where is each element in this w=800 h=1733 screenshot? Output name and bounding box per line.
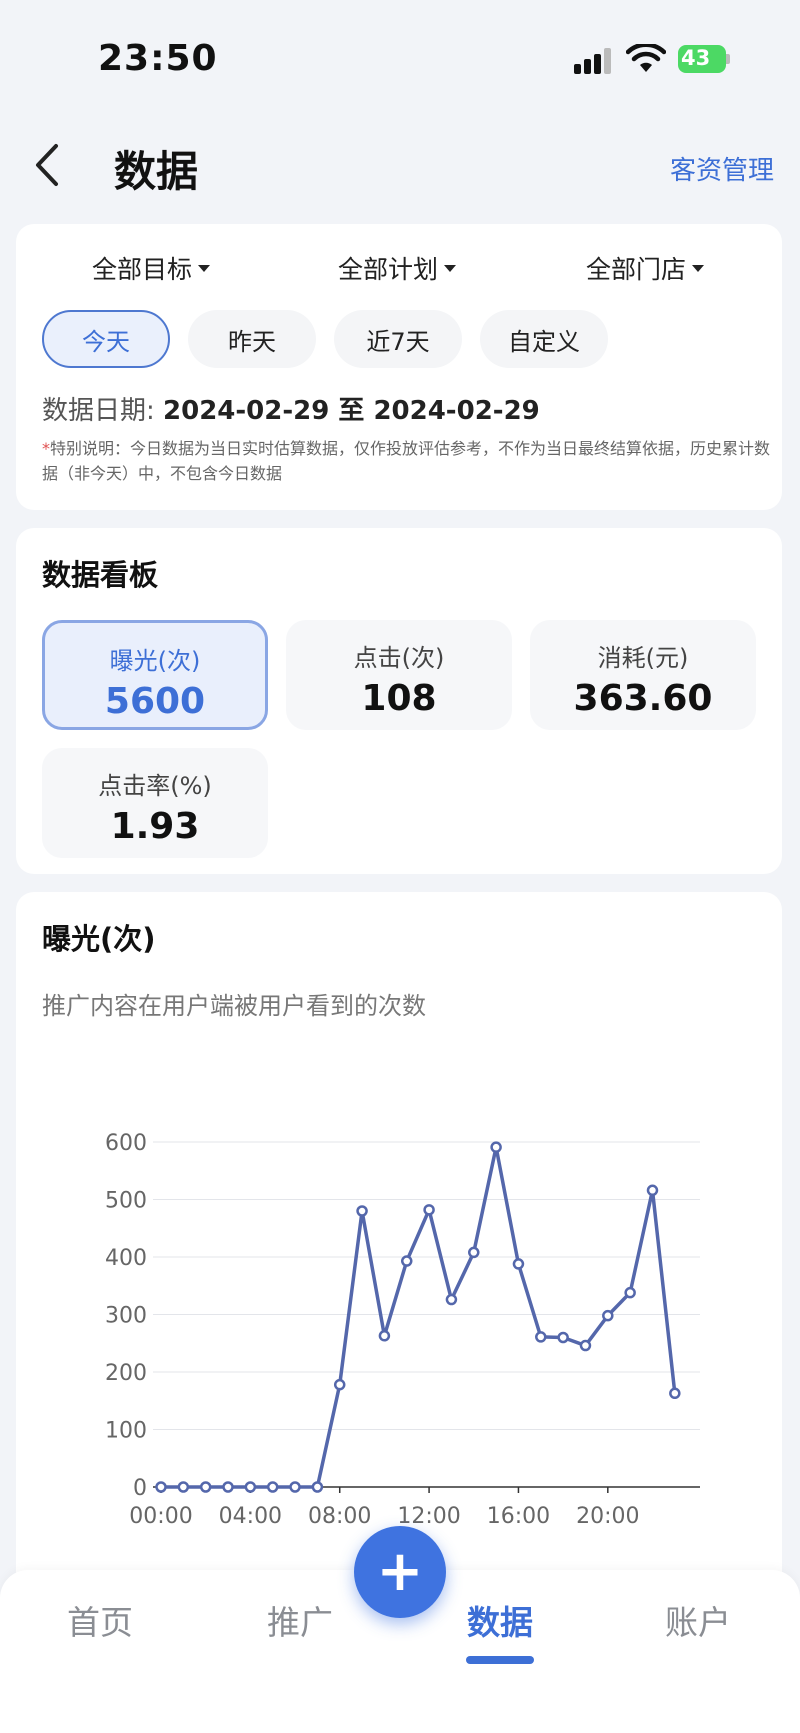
- status-bar: 23:50 43: [0, 0, 800, 110]
- battery-level: 43: [681, 46, 711, 70]
- data-point: [177, 1481, 190, 1493]
- data-point: [266, 1481, 279, 1493]
- data-point: [356, 1205, 368, 1217]
- cellular-signal-icon: [574, 48, 616, 74]
- board-title: 数据看板: [42, 558, 159, 592]
- metric-spend[interactable]: 消耗(元) 363.60: [530, 620, 756, 730]
- y-tick-label: 500: [105, 1189, 147, 1214]
- metric-label: 消耗(元): [597, 644, 689, 672]
- metric-label: 曝光(次): [109, 647, 201, 675]
- tab-yesterday[interactable]: 昨天: [188, 310, 316, 368]
- metric-label: 点击率(%): [98, 772, 212, 800]
- data-point: [244, 1481, 257, 1493]
- metric-value: 1.93: [110, 806, 200, 847]
- data-point: [624, 1286, 636, 1299]
- metric-clicks[interactable]: 点击(次) 108: [286, 620, 512, 730]
- nav-promotion[interactable]: 推广: [230, 1596, 370, 1644]
- wifi-icon: [626, 44, 666, 72]
- y-tick-label: 200: [105, 1361, 147, 1386]
- note-text: 特别说明：今日数据为当日实时估算数据，仅作投放评估参考，不作为当日最终结算依据，…: [42, 439, 771, 483]
- data-point: [669, 1387, 681, 1400]
- metric-value: 5600: [104, 681, 206, 722]
- caret-down-icon: [444, 264, 457, 272]
- x-tick-label: 00:00: [129, 1504, 192, 1529]
- data-point: [512, 1258, 525, 1270]
- customer-management-link[interactable]: 客资管理: [670, 150, 774, 187]
- metric-ctr[interactable]: 点击率(%) 1.93: [42, 748, 268, 858]
- note-star: *: [42, 439, 50, 458]
- data-point: [289, 1481, 301, 1493]
- filter-label: 全部目标: [92, 255, 193, 284]
- chevron-left-icon[interactable]: [30, 142, 66, 188]
- date-range: 数据日期: 2024-02-29 至 2024-02-29: [42, 390, 540, 427]
- x-tick-label: 12:00: [397, 1504, 460, 1529]
- filter-card: 全部目标 全部计划 全部门店 今天 昨天 近7天 自定义 数据日期: 2024-…: [16, 224, 782, 510]
- date-range-value: 2024-02-29 至 2024-02-29: [163, 396, 540, 426]
- metric-value: 363.60: [573, 678, 713, 719]
- series-line: [161, 1145, 677, 1489]
- y-tick-label: 100: [105, 1419, 147, 1444]
- data-board-card: 数据看板 曝光(次) 5600 点击(次) 108 消耗(元) 363.60 点…: [16, 528, 782, 874]
- y-tick-label: 400: [105, 1246, 147, 1271]
- metric-label: 点击(次): [353, 644, 445, 672]
- data-point: [646, 1184, 659, 1197]
- data-point: [400, 1255, 413, 1267]
- x-tick-label: 20:00: [576, 1504, 639, 1529]
- filter-row: 全部目标 全部计划 全部门店: [16, 250, 782, 290]
- tab-today[interactable]: 今天: [42, 310, 170, 368]
- tab-custom[interactable]: 自定义: [480, 310, 608, 368]
- data-point: [535, 1331, 547, 1343]
- data-point: [445, 1293, 458, 1306]
- add-button[interactable]: +: [354, 1526, 446, 1618]
- filter-target-dropdown[interactable]: 全部目标: [92, 250, 211, 286]
- metric-impressions[interactable]: 曝光(次) 5600: [42, 620, 268, 730]
- special-note: *特别说明：今日数据为当日实时估算数据，仅作投放评估参考，不作为当日最终结算依据…: [42, 436, 772, 486]
- y-tick-label: 600: [105, 1131, 147, 1156]
- data-point: [579, 1339, 592, 1352]
- page-header: 数据 客资管理: [0, 120, 800, 210]
- impressions-line-chart: 0 100 200 300 400 500 600 00:00 04:00 08:00 12:00 1…: [105, 1131, 700, 1529]
- tab-last-7-days[interactable]: 近7天: [334, 310, 462, 368]
- nav-active-indicator: [466, 1656, 534, 1664]
- nav-account[interactable]: 账户: [628, 1596, 768, 1644]
- battery-icon: 43: [678, 45, 730, 73]
- filter-label: 全部门店: [586, 255, 687, 284]
- data-point: [333, 1378, 346, 1391]
- data-point: [490, 1141, 502, 1153]
- data-point: [557, 1331, 569, 1344]
- filter-store-dropdown[interactable]: 全部门店: [586, 250, 705, 286]
- nav-data[interactable]: 数据: [430, 1596, 570, 1644]
- nav-home[interactable]: 首页: [30, 1596, 170, 1644]
- data-point: [423, 1204, 435, 1216]
- data-point: [468, 1246, 480, 1259]
- data-point: [602, 1309, 614, 1322]
- date-range-label: 数据日期:: [42, 396, 164, 426]
- filter-plan-dropdown[interactable]: 全部计划: [338, 250, 457, 286]
- x-tick-label: 08:00: [308, 1504, 371, 1529]
- x-tick-label: 04:00: [219, 1504, 282, 1529]
- caret-down-icon: [198, 264, 211, 272]
- y-tick-label: 300: [105, 1304, 147, 1329]
- data-point: [311, 1481, 324, 1493]
- caret-down-icon: [692, 264, 705, 272]
- data-point: [378, 1330, 391, 1342]
- filter-label: 全部计划: [338, 255, 439, 284]
- data-point: [155, 1481, 167, 1493]
- x-tick-label: 16:00: [487, 1504, 550, 1529]
- data-point: [222, 1481, 234, 1493]
- status-time: 23:50: [98, 38, 218, 79]
- y-tick-label: 0: [133, 1476, 147, 1501]
- plus-icon: +: [376, 1539, 424, 1604]
- page-title: 数据: [114, 147, 199, 196]
- data-point: [199, 1481, 212, 1493]
- chart-card: 曝光(次) 推广内容在用户端被用户看到的次数 0 100 200 300 400 500 6…: [16, 892, 782, 1592]
- metric-value: 108: [361, 678, 437, 719]
